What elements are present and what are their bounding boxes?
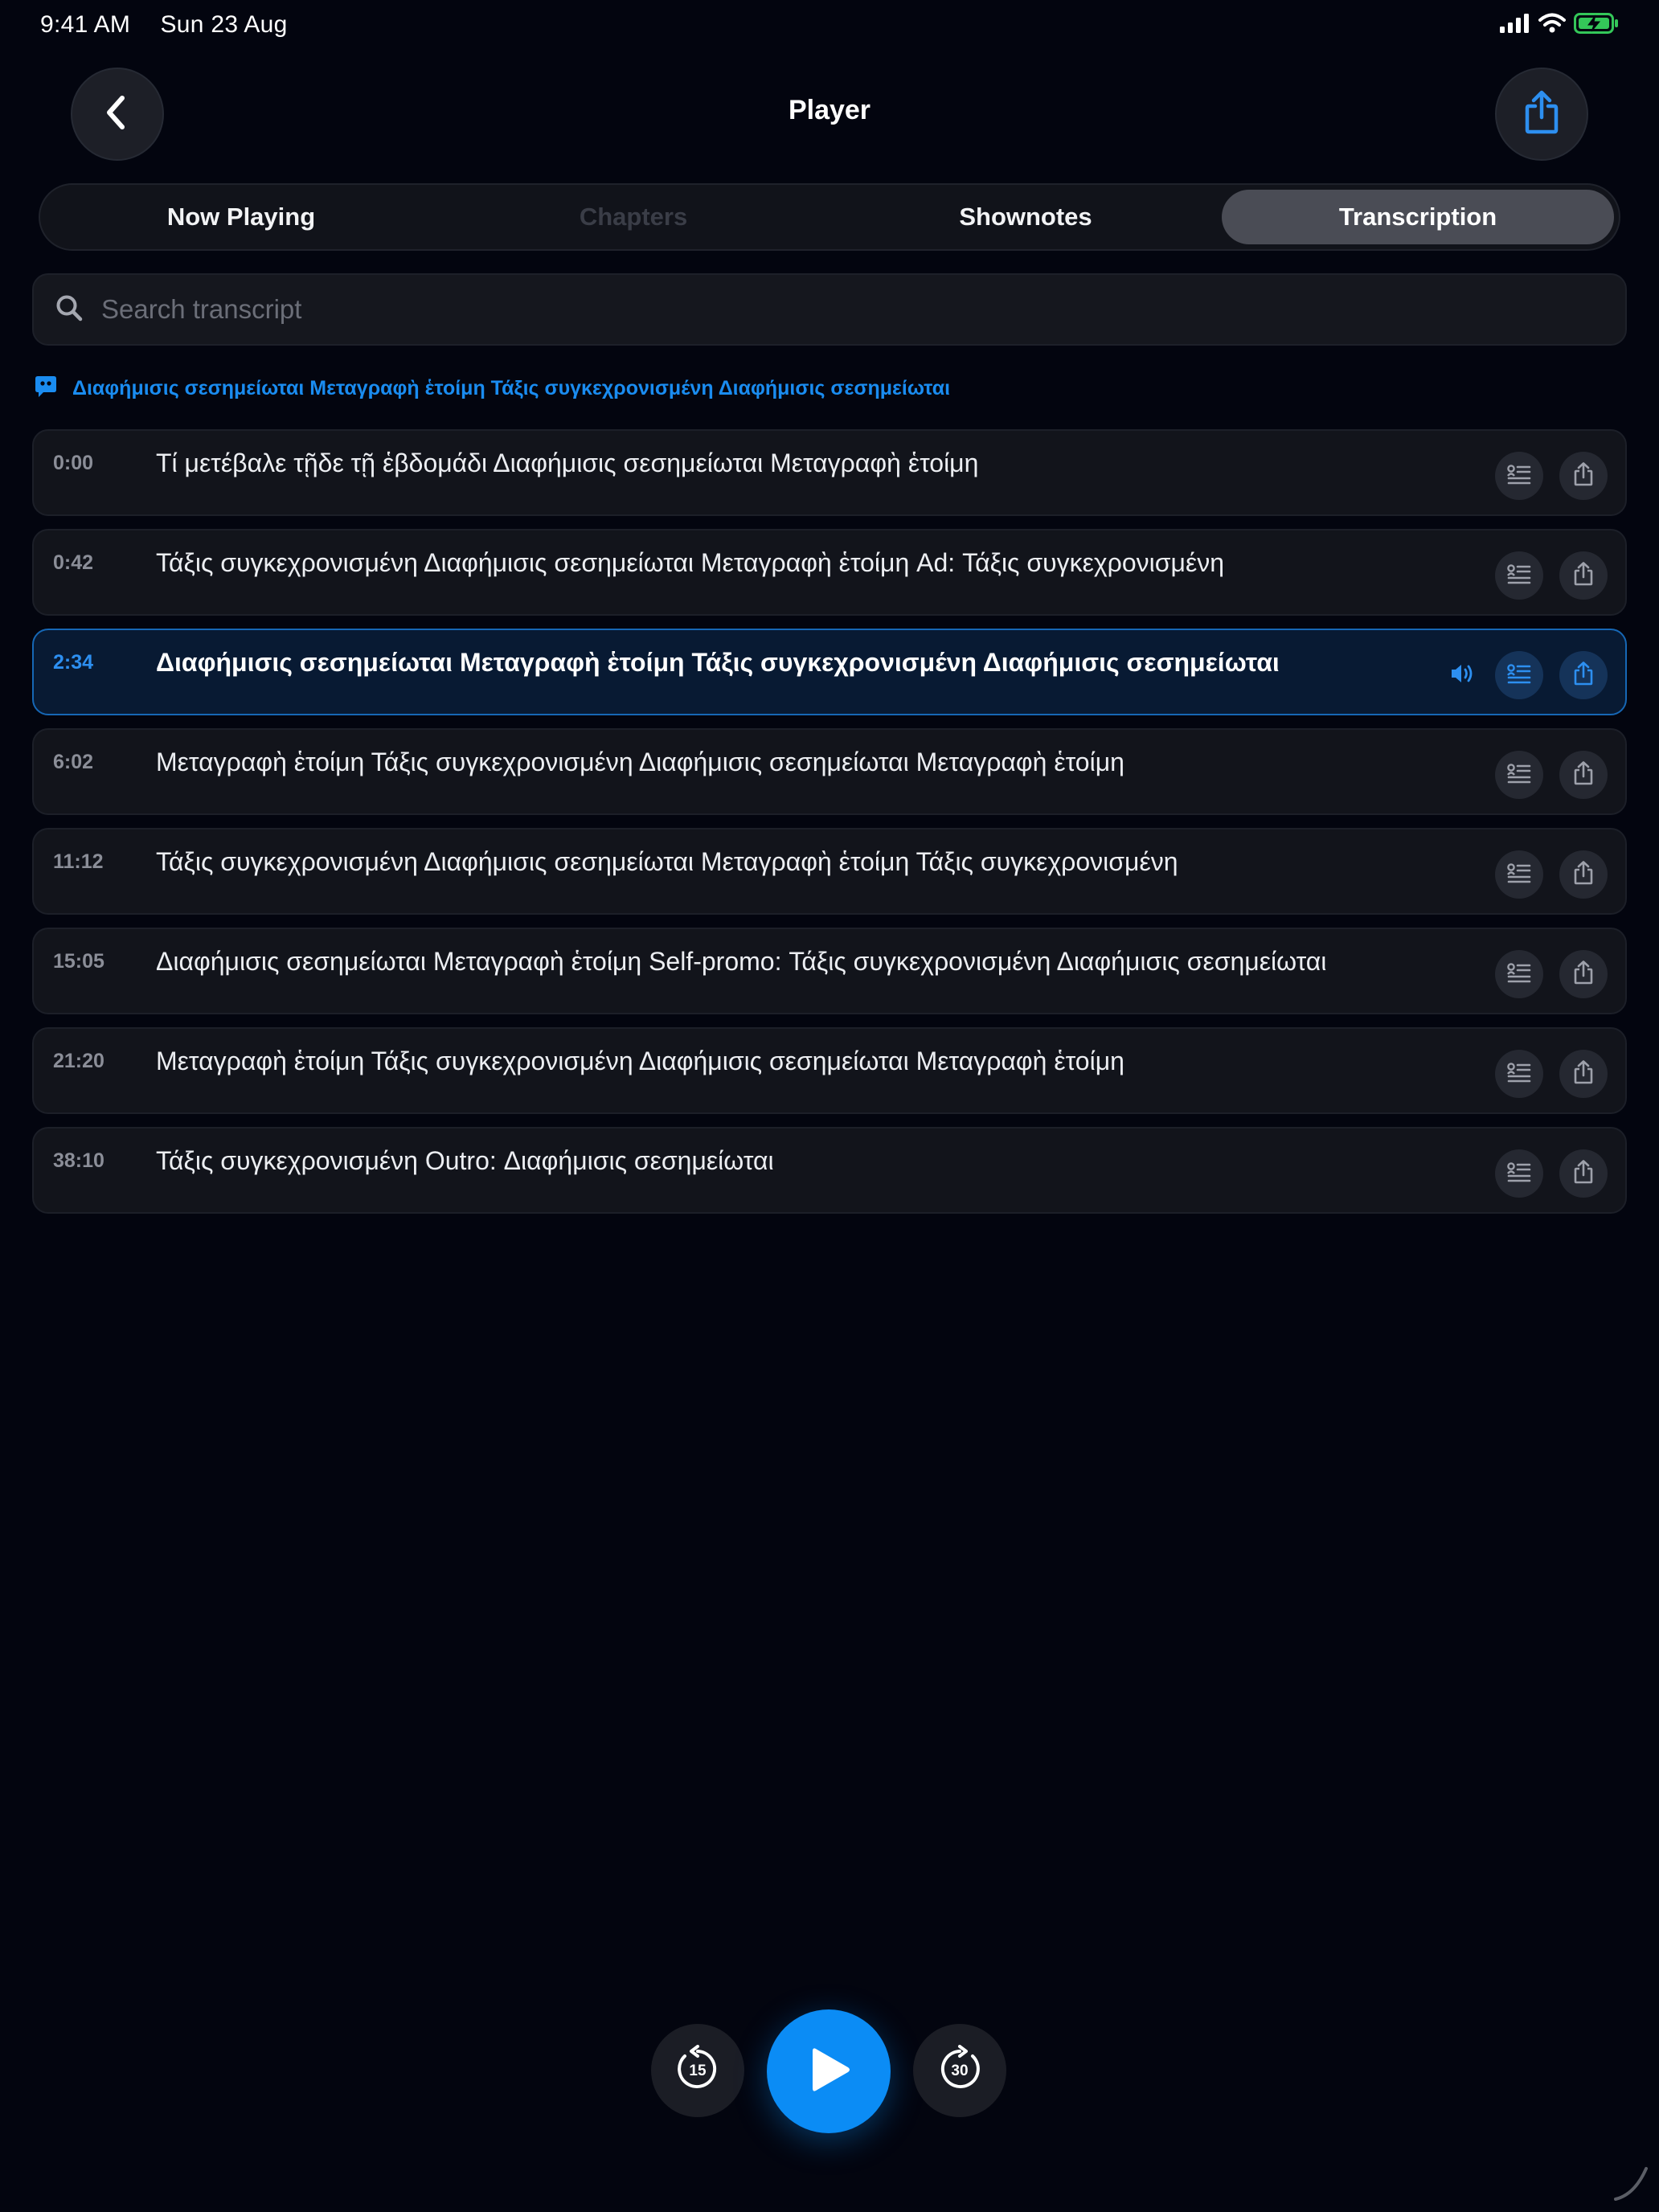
- share-icon: [1573, 661, 1594, 690]
- transcript-segment[interactable]: 38:10 Τάξις συγκεχρονισμένη Outro: Διαφή…: [32, 1127, 1627, 1214]
- share-icon: [1573, 860, 1594, 889]
- transcript-segment[interactable]: 15:05 Διαφήμισις σεσημείωται Μεταγραφὴ ἑ…: [32, 928, 1627, 1014]
- segment-timestamp: 2:34: [53, 651, 94, 674]
- share-button[interactable]: [1495, 68, 1588, 161]
- skip-forward-30-icon: 30: [936, 2044, 984, 2097]
- battery-charging-icon: [1574, 13, 1619, 38]
- search-icon: [55, 293, 84, 326]
- share-segment-button[interactable]: [1559, 651, 1608, 699]
- segment-text: Τάξις συγκεχρονισμένη Outro: Διαφήμισις …: [156, 1146, 774, 1175]
- signal-icon: [1500, 14, 1530, 37]
- list-icon: [1507, 663, 1531, 688]
- status-clock: 9:41 AM: [40, 11, 131, 38]
- transcript-segment[interactable]: 6:02 Μεταγραφὴ ἑτοίμη Τάξις συγκεχρονισμ…: [32, 728, 1627, 815]
- skip-forward-button[interactable]: 30: [913, 2024, 1006, 2117]
- segment-timestamp: 15:05: [53, 950, 104, 973]
- segment-timestamp: 21:20: [53, 1050, 104, 1072]
- skip-back-label: 15: [689, 2062, 707, 2079]
- segment-text: Διαφήμισις σεσημείωται Μεταγραφὴ ἑτοίμη …: [156, 648, 1280, 677]
- list-icon: [1507, 563, 1531, 588]
- resize-corner-icon: [1611, 2162, 1651, 2206]
- list-icon: [1507, 464, 1531, 489]
- now-speaking: Διαφήμισις σεσημείωται Μεταγραφὴ ἑτοίμη …: [34, 375, 950, 403]
- segment-timestamp: 6:02: [53, 751, 94, 773]
- add-to-notes-button[interactable]: [1495, 751, 1543, 799]
- share-icon: [1573, 960, 1594, 989]
- share-icon: [1573, 1159, 1594, 1188]
- segment-timestamp: 0:00: [53, 452, 94, 474]
- tab-chapters: Chapters: [579, 203, 688, 231]
- wifi-icon: [1538, 13, 1566, 38]
- play-icon: [805, 2044, 853, 2099]
- quote-bubble-icon: [34, 375, 58, 403]
- share-segment-button[interactable]: [1559, 751, 1608, 799]
- segment-text: Μεταγραφὴ ἑτοίμη Τάξις συγκεχρονισμένη Δ…: [156, 1047, 1124, 1075]
- add-to-notes-button[interactable]: [1495, 1149, 1543, 1198]
- list-icon: [1507, 862, 1531, 887]
- segment-text: Διαφήμισις σεσημείωται Μεταγραφὴ ἑτοίμη …: [156, 947, 1327, 976]
- add-to-notes-button[interactable]: [1495, 1050, 1543, 1098]
- transcript-segment[interactable]: 11:12 Τάξις συγκεχρονισμένη Διαφήμισις σ…: [32, 828, 1627, 915]
- share-segment-button[interactable]: [1559, 1050, 1608, 1098]
- search-input[interactable]: Search transcript: [101, 294, 301, 325]
- transcript-segment-current[interactable]: 2:34 Διαφήμισις σεσημείωται Μεταγραφὴ ἑτ…: [32, 629, 1627, 715]
- share-segment-button[interactable]: [1559, 452, 1608, 500]
- segment-text: Τάξις συγκεχρονισμένη Διαφήμισις σεσημεί…: [156, 847, 1178, 876]
- speaker-playing-icon: [1450, 662, 1476, 689]
- transcript-list: 0:00 Τί μετέβαλε τῇδε τῇ ἑβδομάδι Διαφήμ…: [32, 429, 1627, 1227]
- transcript-segment[interactable]: 0:00 Τί μετέβαλε τῇδε τῇ ἑβδομάδι Διαφήμ…: [32, 429, 1627, 516]
- now-speaking-text: Διαφήμισις σεσημείωται Μεταγραφὴ ἑτοίμη …: [72, 377, 951, 399]
- share-icon: [1573, 561, 1594, 590]
- list-icon: [1507, 763, 1531, 788]
- tab-now-playing[interactable]: Now Playing: [45, 190, 437, 244]
- list-icon: [1507, 962, 1531, 987]
- add-to-notes-button[interactable]: [1495, 950, 1543, 998]
- skip-back-button[interactable]: 15: [651, 2024, 744, 2117]
- share-icon: [1573, 760, 1594, 789]
- segment-text: Τάξις συγκεχρονισμένη Διαφήμισις σεσημεί…: [156, 548, 1225, 577]
- add-to-notes-button[interactable]: [1495, 551, 1543, 600]
- play-button[interactable]: [767, 2009, 891, 2133]
- segment-text: Τί μετέβαλε τῇδε τῇ ἑβδομάδι Διαφήμισις …: [156, 449, 979, 477]
- skip-back-15-icon: 15: [674, 2044, 722, 2097]
- add-to-notes-button[interactable]: [1495, 651, 1543, 699]
- segment-timestamp: 11:12: [53, 850, 104, 873]
- transcript-segment[interactable]: 0:42 Τάξις συγκεχρονισμένη Διαφήμισις σε…: [32, 529, 1627, 616]
- share-icon: [1573, 461, 1594, 490]
- transcript-segment[interactable]: 21:20 Μεταγραφὴ ἑτοίμη Τάξις συγκεχρονισ…: [32, 1027, 1627, 1114]
- segment-text: Μεταγραφὴ ἑτοίμη Τάξις συγκεχρονισμένη Δ…: [156, 748, 1124, 776]
- tab-shownotes[interactable]: Shownotes: [830, 190, 1222, 244]
- list-icon: [1507, 1161, 1531, 1186]
- segment-timestamp: 0:42: [53, 551, 94, 574]
- add-to-notes-button[interactable]: [1495, 850, 1543, 899]
- list-icon: [1507, 1062, 1531, 1087]
- player-screen: 9:41 AM Sun 23 Aug Player Now Playing Ch…: [0, 0, 1659, 2212]
- share-segment-button[interactable]: [1559, 1149, 1608, 1198]
- share-segment-button[interactable]: [1559, 850, 1608, 899]
- status-bar: 9:41 AM Sun 23 Aug: [0, 0, 1659, 51]
- skip-forward-label: 30: [951, 2062, 968, 2079]
- search-field[interactable]: Search transcript: [32, 273, 1627, 346]
- share-icon: [1573, 1059, 1594, 1088]
- add-to-notes-button[interactable]: [1495, 452, 1543, 500]
- status-date: Sun 23 Aug: [160, 11, 288, 38]
- share-segment-button[interactable]: [1559, 551, 1608, 600]
- share-icon: [1524, 90, 1559, 139]
- share-segment-button[interactable]: [1559, 950, 1608, 998]
- tab-transcription[interactable]: Transcription: [1222, 190, 1614, 244]
- segment-timestamp: 38:10: [53, 1149, 104, 1172]
- status-time: 9:41 AM Sun 23 Aug: [40, 11, 288, 39]
- page-title: Player: [788, 95, 871, 125]
- segmented-tabs: Now Playing Chapters Shownotes Transcrip…: [39, 183, 1620, 251]
